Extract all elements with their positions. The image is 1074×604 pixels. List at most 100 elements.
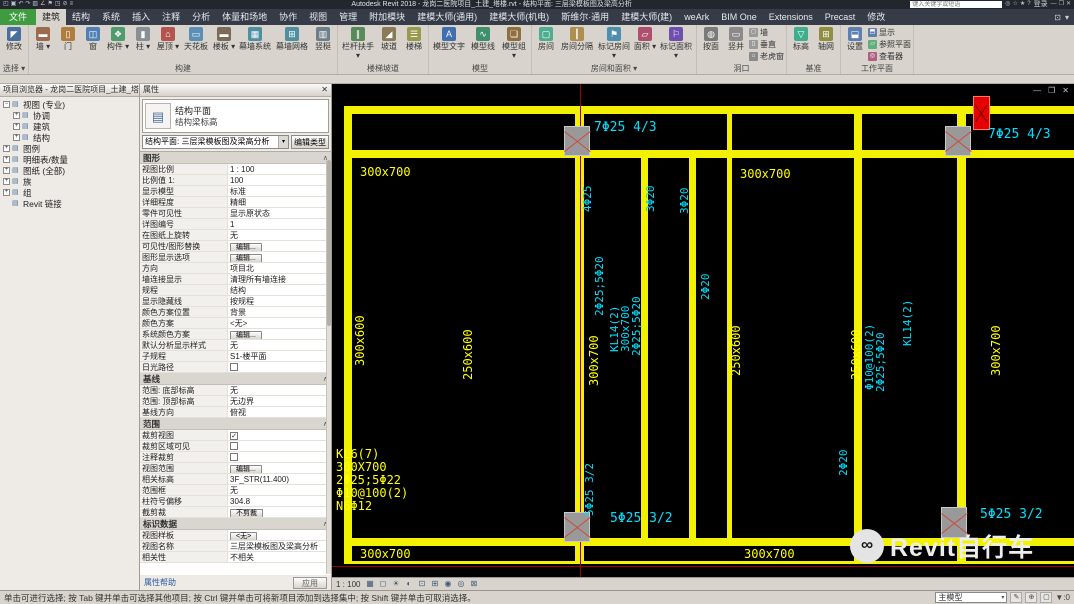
stair-button[interactable]: ☰ 楼梯	[402, 26, 426, 64]
tab-architecture[interactable]: 建筑	[36, 9, 67, 25]
tab-modeling-master-mep[interactable]: 建模大师(机电)	[483, 9, 555, 25]
level-button[interactable]: ▽ 标高	[789, 26, 813, 64]
search-input[interactable]	[910, 1, 1003, 8]
room-button[interactable]: ▢ 房间	[534, 26, 558, 64]
dormer-button[interactable]: ⌂ 老虎窗	[749, 50, 784, 62]
sun-path-icon[interactable]: ☀	[390, 579, 401, 589]
prop-value[interactable]: 背景	[228, 307, 331, 317]
tag-room-button[interactable]: ⚑ 标记房间 ▾	[596, 26, 632, 64]
beam-annotation[interactable]: 300x700	[740, 168, 791, 180]
ribbon-display-toggle-icon[interactable]: ⊡	[1054, 13, 1061, 22]
beam-annotation[interactable]: N6Φ12	[336, 500, 372, 512]
prop-value[interactable]	[228, 452, 331, 462]
view-close-icon[interactable]: ✕	[1062, 86, 1069, 95]
tree-item-views[interactable]: − ▤ 视图 (专业)	[0, 99, 139, 110]
type-selector[interactable]: ▤ 结构平面 结构梁标高	[142, 99, 329, 133]
prop-value[interactable]	[228, 362, 331, 372]
detail-level-icon[interactable]: ▦	[364, 579, 375, 589]
prop-value[interactable]: 编辑...	[228, 252, 331, 262]
prop-value[interactable]: 1	[228, 219, 331, 229]
print-icon[interactable]: ▥	[32, 0, 38, 9]
window-button[interactable]: ◫ 窗	[81, 26, 105, 64]
tab-view[interactable]: 视图	[303, 9, 333, 25]
tree-item-structural[interactable]: + ▤ 结构	[0, 132, 139, 143]
tab-analyze[interactable]: 分析	[186, 9, 216, 25]
prop-value[interactable]: 项目北	[228, 263, 331, 273]
prop-value[interactable]: 不相关	[228, 552, 331, 562]
file-menu-button[interactable]: 文件	[0, 9, 37, 25]
prop-edit-button[interactable]: 编辑...	[230, 465, 262, 473]
open-icon[interactable]: ◰	[3, 0, 9, 9]
expander-icon[interactable]: +	[13, 112, 20, 119]
expander-icon[interactable]: +	[3, 167, 10, 174]
model-group-button[interactable]: ❏ 模型组 ▾	[499, 26, 529, 64]
floor-button[interactable]: ▬ 楼板 ▾	[212, 26, 236, 64]
prop-edit-button[interactable]: 编辑...	[230, 331, 262, 339]
set-workplane-button[interactable]: ⬓ 设置	[843, 26, 867, 64]
beam-annotation[interactable]: 300x700	[744, 548, 795, 560]
prop-value[interactable]: 精细	[228, 197, 331, 207]
tree-item-legends[interactable]: + ▤ 图例	[0, 143, 139, 154]
restore-icon[interactable]: ❐	[1059, 0, 1064, 9]
railing-button[interactable]: ∥ 栏杆扶手 ▾	[340, 26, 376, 64]
prop-value[interactable]: <无>	[228, 530, 331, 540]
view-restore-icon[interactable]: ❐	[1048, 86, 1055, 95]
help-icon[interactable]: ?	[1027, 0, 1030, 9]
prop-checkbox[interactable]: ✓	[230, 432, 238, 440]
beam-annotation[interactable]: 3Φ20	[678, 188, 691, 215]
area-button[interactable]: ▱ 面积 ▾	[633, 26, 657, 64]
tree-item-sheets[interactable]: + ▤ 图纸 (全部)	[0, 165, 139, 176]
tab-annotate[interactable]: 注释	[156, 9, 186, 25]
expander-icon[interactable]: +	[13, 123, 20, 130]
beam-annotation[interactable]: 250x600	[849, 329, 863, 380]
reference-line-horizontal[interactable]	[332, 566, 1074, 567]
prop-section[interactable]: 基线∧	[140, 373, 331, 385]
beam-vertical[interactable]	[957, 106, 966, 564]
shaft-button[interactable]: ▭ 竖井	[724, 26, 748, 64]
roof-button[interactable]: ⌂ 屋顶 ▾	[156, 26, 180, 64]
expander-icon[interactable]: +	[13, 134, 20, 141]
room-separator-button[interactable]: ┃ 房间分隔	[559, 26, 595, 64]
column-button[interactable]: ▮ 柱 ▾	[131, 26, 155, 64]
tree-item-groups[interactable]: + ▤ 组	[0, 187, 139, 198]
measure-icon[interactable]: ∠	[40, 0, 45, 9]
tab-swell-general[interactable]: 斯维尔·通用	[555, 9, 615, 25]
curtain-system-button[interactable]: ▦ 幕墙系统	[237, 26, 273, 64]
visual-style-icon[interactable]: ◻	[377, 579, 388, 589]
expander-icon[interactable]: +	[3, 145, 10, 152]
show-crop-region-icon[interactable]: ⊞	[429, 579, 440, 589]
prop-value[interactable]: 按规程	[228, 296, 331, 306]
analytical-model-icon[interactable]: ⊠	[468, 579, 479, 589]
properties-scrollbar[interactable]	[326, 160, 331, 574]
press-drag-icon[interactable]: ⊕	[1025, 592, 1038, 603]
search-icon[interactable]: ◎	[1005, 0, 1010, 9]
view-scale-button[interactable]: 1 : 100	[336, 580, 360, 589]
expander-icon[interactable]: +	[3, 189, 10, 196]
communication-center-icon[interactable]: ☆	[1012, 0, 1017, 9]
beam-annotation[interactable]: 300x600	[353, 315, 367, 366]
prop-value[interactable]: 结构	[228, 285, 331, 295]
ceiling-button[interactable]: ▭ 天花板	[181, 26, 211, 64]
prop-value[interactable]: 无	[228, 340, 331, 350]
tab-modify[interactable]: 修改	[861, 9, 891, 25]
prop-checkbox[interactable]	[230, 442, 238, 450]
beam-annotation[interactable]: 7Φ25 4/3	[594, 121, 657, 134]
apply-button[interactable]: 应用	[293, 576, 327, 589]
prop-value[interactable]: 编辑...	[228, 241, 331, 251]
prop-value[interactable]: 编辑...	[228, 329, 331, 339]
section-icon[interactable]: ⊘	[63, 0, 68, 9]
prop-value[interactable]: S1-楼平面	[228, 351, 331, 361]
column[interactable]	[944, 126, 972, 156]
beam-annotation[interactable]: KL6(7)	[336, 448, 379, 460]
expander-icon[interactable]: −	[3, 101, 10, 108]
beam-annotation[interactable]: 7Φ25 4/3	[988, 128, 1051, 141]
ref-plane-button[interactable]: ▱ 参照平面	[868, 38, 911, 50]
tree-item-coordination[interactable]: + ▤ 协调	[0, 110, 139, 121]
tab-precast[interactable]: Precast	[819, 9, 862, 25]
beam-annotation[interactable]: 2Φ20	[837, 450, 850, 477]
prop-edit-button[interactable]: 编辑...	[230, 254, 262, 262]
sign-in-button[interactable]: 登录	[1034, 0, 1048, 9]
expander-icon[interactable]: +	[3, 156, 10, 163]
close-icon[interactable]: ✕	[1066, 0, 1071, 9]
drawing-area[interactable]: 7Φ25 4/3 7Φ25 4/3 300x700 300x700 4Φ25 3Φ20 3Φ…	[332, 84, 1074, 590]
